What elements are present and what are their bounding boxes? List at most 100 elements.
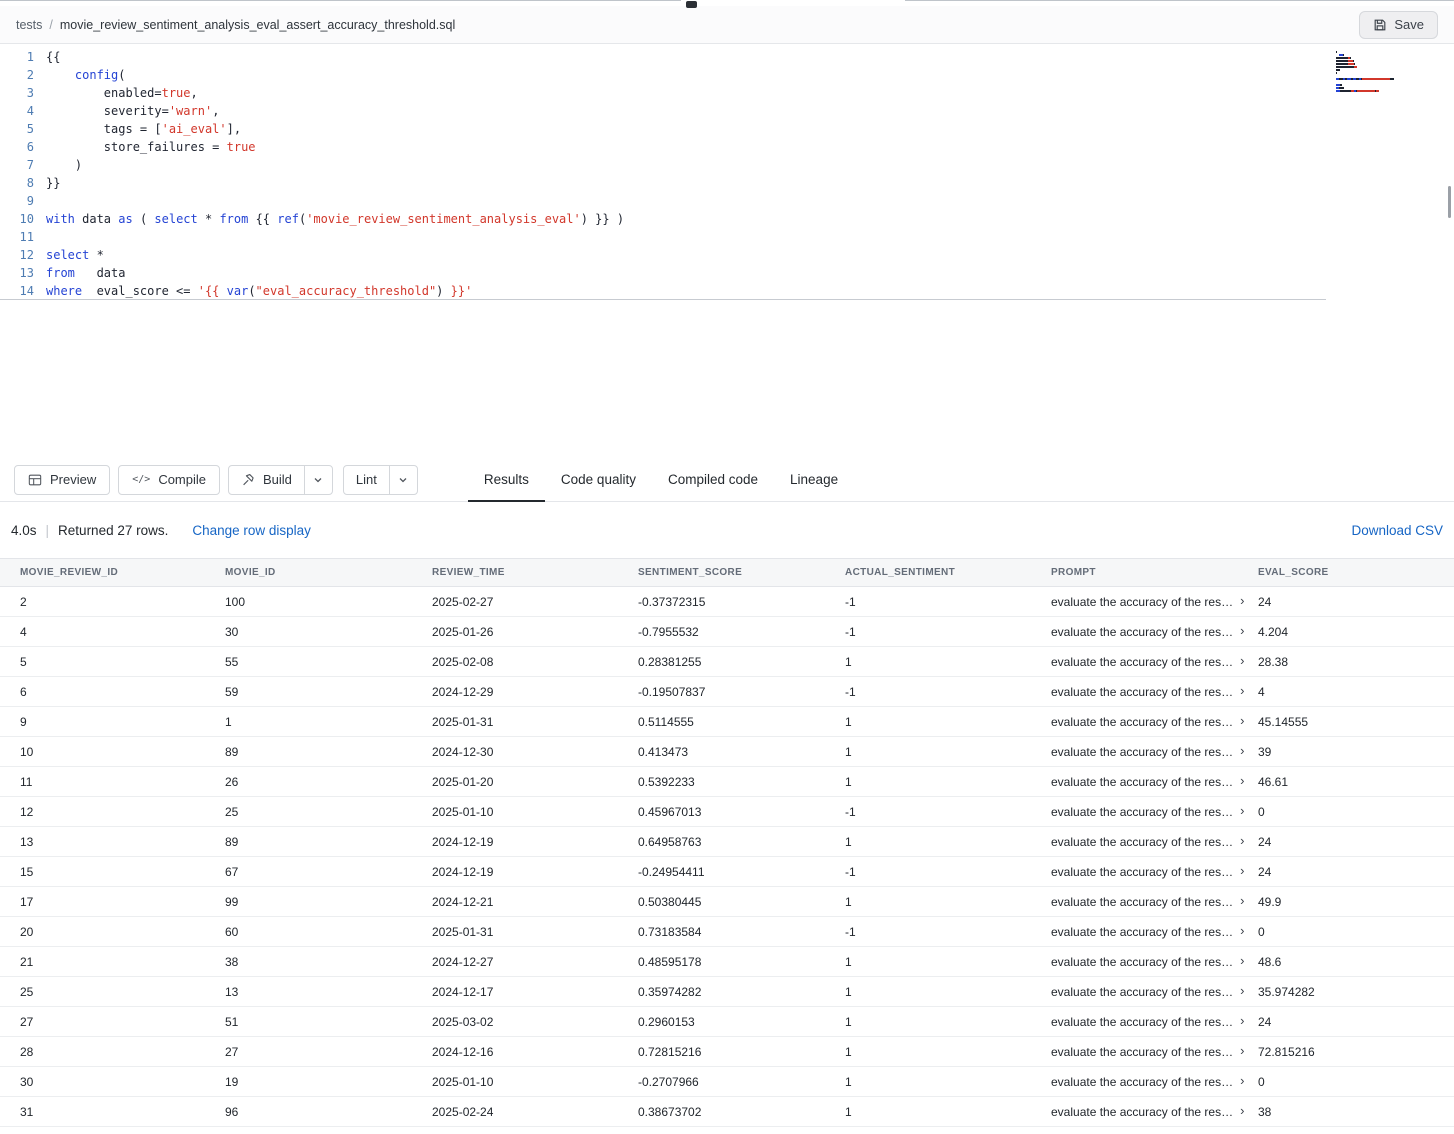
build-dropdown-button[interactable]	[304, 466, 332, 494]
prompt-text: evaluate the accuracy of the res…	[1051, 925, 1233, 939]
code-lines: 1{{2 config(3 enabled=true,4 severity='w…	[0, 48, 1454, 300]
lint-button[interactable]: Lint	[344, 466, 389, 494]
prompt-cell[interactable]: evaluate the accuracy of the res…›	[1051, 1007, 1258, 1037]
cell: 30	[225, 617, 432, 647]
cell: 51	[225, 1007, 432, 1037]
prompt-expand-icon[interactable]: ›	[1240, 653, 1244, 668]
prompt-expand-icon[interactable]: ›	[1240, 1043, 1244, 1058]
prompt-expand-icon[interactable]: ›	[1240, 983, 1244, 998]
build-button[interactable]: Build	[229, 466, 304, 494]
code-line[interactable]: 5 tags = ['ai_eval'],	[0, 120, 1454, 138]
table-row: 28272024-12-160.728152161evaluate the ac…	[0, 1037, 1454, 1067]
cell: 5	[0, 647, 225, 677]
code-line[interactable]: 7 )	[0, 156, 1454, 174]
code-line[interactable]: 9	[0, 192, 1454, 210]
prompt-expand-icon[interactable]: ›	[1240, 713, 1244, 728]
prompt-expand-icon[interactable]: ›	[1240, 1073, 1244, 1088]
cell: 0.73183584	[638, 917, 845, 947]
cell: 1	[845, 827, 1051, 857]
prompt-cell[interactable]: evaluate the accuracy of the res…›	[1051, 767, 1258, 797]
cell: 0	[1258, 917, 1454, 947]
code-line[interactable]: 8}}	[0, 174, 1454, 192]
code-editor[interactable]: 1{{2 config(3 enabled=true,4 severity='w…	[0, 44, 1454, 458]
cell: -0.19507837	[638, 677, 845, 707]
cell: 2025-01-31	[432, 917, 638, 947]
minimap[interactable]	[1336, 51, 1448, 93]
prompt-text: evaluate the accuracy of the res…	[1051, 835, 1233, 849]
cell: 2024-12-21	[432, 887, 638, 917]
prompt-cell[interactable]: evaluate the accuracy of the res…›	[1051, 887, 1258, 917]
table-row: 12252025-01-100.45967013-1evaluate the a…	[0, 797, 1454, 827]
prompt-cell[interactable]: evaluate the accuracy of the res…›	[1051, 737, 1258, 767]
breadcrumb-folder[interactable]: tests	[16, 18, 42, 32]
prompt-expand-icon[interactable]: ›	[1240, 683, 1244, 698]
prompt-cell[interactable]: evaluate the accuracy of the res…›	[1051, 677, 1258, 707]
prompt-cell[interactable]: evaluate the accuracy of the res…›	[1051, 1037, 1258, 1067]
cell: 30	[0, 1067, 225, 1097]
cell: 4	[0, 617, 225, 647]
cell: 1	[845, 947, 1051, 977]
tab-compiled-code[interactable]: Compiled code	[652, 458, 774, 501]
cell: 1	[845, 647, 1051, 677]
prompt-expand-icon[interactable]: ›	[1240, 1103, 1244, 1118]
cell: 24	[1258, 827, 1454, 857]
prompt-cell[interactable]: evaluate the accuracy of the res…›	[1051, 797, 1258, 827]
prompt-expand-icon[interactable]: ›	[1240, 743, 1244, 758]
prompt-expand-icon[interactable]: ›	[1240, 953, 1244, 968]
prompt-expand-icon[interactable]: ›	[1240, 833, 1244, 848]
code-line[interactable]: 3 enabled=true,	[0, 84, 1454, 102]
cell: -0.7955532	[638, 617, 845, 647]
code-line[interactable]: 6 store_failures = true	[0, 138, 1454, 156]
preview-button[interactable]: Preview	[14, 465, 110, 495]
code-line[interactable]: 10with data as ( select * from {{ ref('m…	[0, 210, 1454, 228]
code-line[interactable]: 14where eval_score <= '{{ var("eval_accu…	[0, 282, 1454, 300]
tab-results[interactable]: Results	[468, 458, 545, 501]
cell: 0.5114555	[638, 707, 845, 737]
cell: 27	[0, 1007, 225, 1037]
prompt-text: evaluate the accuracy of the res…	[1051, 1105, 1233, 1119]
cell: 2024-12-27	[432, 947, 638, 977]
table-row: 30192025-01-10-0.27079661evaluate the ac…	[0, 1067, 1454, 1097]
tab-code-quality[interactable]: Code quality	[545, 458, 652, 501]
prompt-expand-icon[interactable]: ›	[1240, 893, 1244, 908]
prompt-cell[interactable]: evaluate the accuracy of the res…›	[1051, 617, 1258, 647]
prompt-expand-icon[interactable]: ›	[1240, 1013, 1244, 1028]
prompt-cell[interactable]: evaluate the accuracy of the res…›	[1051, 647, 1258, 677]
editor-scrollbar[interactable]	[1448, 186, 1451, 218]
prompt-cell[interactable]: evaluate the accuracy of the res… ›	[1051, 917, 1258, 947]
compile-button[interactable]: </> Compile	[118, 465, 220, 495]
tab-lineage[interactable]: Lineage	[774, 458, 854, 501]
column-header: PROMPT	[1051, 559, 1258, 587]
prompt-cell[interactable]: evaluate the accuracy of the res… ›	[1051, 827, 1258, 857]
code-line[interactable]: 2 config(	[0, 66, 1454, 84]
code-line[interactable]: 4 severity='warn',	[0, 102, 1454, 120]
change-row-display-link[interactable]: Change row display	[192, 523, 311, 538]
prompt-cell[interactable]: evaluate the accuracy of the res…›	[1051, 707, 1258, 737]
prompt-cell[interactable]: evaluate the accuracy of the res…›	[1051, 947, 1258, 977]
prompt-expand-icon[interactable]: ›	[1240, 593, 1244, 608]
cell: 31	[0, 1097, 225, 1127]
cell: -1	[845, 797, 1051, 827]
table-row: 5552025-02-080.283812551evaluate the acc…	[0, 647, 1454, 677]
cell: 1	[845, 977, 1051, 1007]
prompt-text: evaluate the accuracy of the res…	[1051, 595, 1233, 609]
prompt-expand-icon[interactable]: ›	[1240, 863, 1244, 878]
prompt-expand-icon[interactable]: ›	[1240, 803, 1244, 818]
code-line[interactable]: 11	[0, 228, 1454, 246]
table-row: 4302025-01-26-0.7955532-1evaluate the ac…	[0, 617, 1454, 647]
lint-dropdown-button[interactable]	[389, 466, 417, 494]
code-line[interactable]: 13from data	[0, 264, 1454, 282]
code-line[interactable]: 12select *	[0, 246, 1454, 264]
prompt-cell[interactable]: evaluate the accuracy of the res…›	[1051, 857, 1258, 887]
cell: 38	[225, 947, 432, 977]
download-csv-link[interactable]: Download CSV	[1351, 523, 1443, 538]
prompt-expand-icon[interactable]: ›	[1240, 773, 1244, 788]
prompt-expand-icon[interactable]: ›	[1240, 923, 1244, 938]
prompt-cell[interactable]: evaluate the accuracy of the res…›	[1051, 1067, 1258, 1097]
code-line[interactable]: 1{{	[0, 48, 1454, 66]
save-button[interactable]: Save	[1359, 11, 1438, 39]
prompt-expand-icon[interactable]: ›	[1240, 623, 1244, 638]
prompt-cell[interactable]: evaluate the accuracy of the res… ›	[1051, 1097, 1258, 1127]
prompt-cell[interactable]: evaluate the accuracy of the res… ›	[1051, 587, 1258, 617]
prompt-cell[interactable]: evaluate the accuracy of the res…›	[1051, 977, 1258, 1007]
